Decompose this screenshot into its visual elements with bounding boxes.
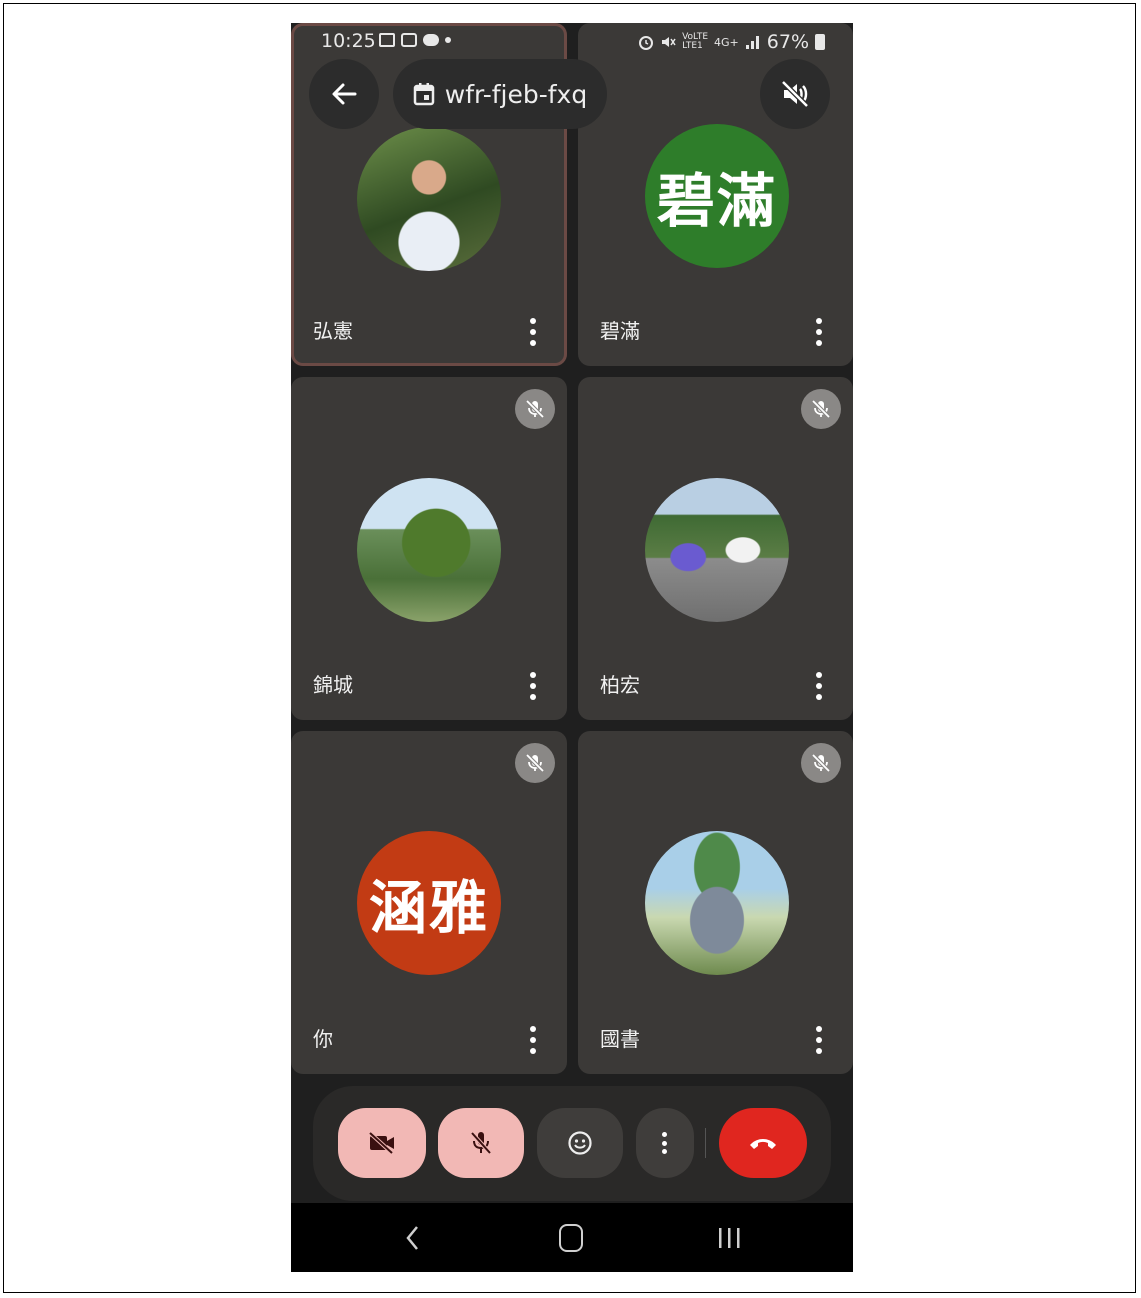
avatar: 涵雅 — [357, 831, 501, 975]
nav-back-button[interactable] — [388, 1213, 438, 1263]
participant-tile[interactable]: 涵雅 你 — [291, 731, 567, 1074]
more-vert-icon[interactable] — [529, 318, 537, 346]
gallery-icon — [379, 33, 395, 47]
video-icon — [401, 33, 417, 47]
status-bar: 10:25 VoLTE LTE1 4G+ 67% — [291, 23, 853, 59]
arrow-left-icon — [332, 83, 357, 105]
mic-off-icon — [515, 389, 555, 429]
more-vert-icon — [662, 1132, 668, 1154]
battery-percent: 67% — [766, 31, 809, 53]
nav-recents-button[interactable] — [704, 1213, 754, 1263]
avatar: 碧滿 — [645, 124, 789, 268]
system-icons: VoLTE LTE1 4G+ 67% — [638, 31, 825, 53]
calendar-icon — [413, 83, 435, 106]
more-vert-icon[interactable] — [815, 672, 823, 700]
emoji-icon — [568, 1131, 592, 1155]
notification-icons — [379, 33, 451, 47]
signal-icon — [745, 36, 759, 49]
recents-icon — [719, 1228, 740, 1248]
more-options-button[interactable] — [636, 1108, 694, 1178]
participant-name: 你 — [313, 1027, 333, 1051]
hang-up-icon — [750, 1139, 776, 1149]
mic-off-icon — [801, 389, 841, 429]
participant-name: 弘憲 — [313, 319, 353, 343]
speaker-muted-icon — [781, 80, 809, 108]
mic-toggle-button[interactable] — [438, 1108, 524, 1178]
more-notifications-icon — [445, 37, 451, 43]
participant-name: 國書 — [600, 1027, 640, 1051]
meeting-code: wfr-fjeb-fxq — [444, 79, 588, 109]
divider — [705, 1128, 706, 1158]
status-time: 10:25 — [321, 30, 376, 52]
camera-toggle-button[interactable] — [338, 1108, 426, 1178]
lte-label: LTE1 — [682, 41, 703, 51]
participant-tile[interactable]: 柏宏 — [578, 377, 853, 720]
avatar — [645, 478, 789, 622]
alarm-icon — [639, 36, 654, 50]
mic-off-icon — [515, 743, 555, 783]
phone-screen: 10:25 VoLTE LTE1 4G+ 67% wfr-fjeb-fxq 弘憲… — [291, 23, 853, 1272]
camera-off-icon — [368, 1131, 394, 1155]
avatar — [357, 127, 501, 271]
speaker-toggle-button[interactable] — [760, 59, 830, 129]
chat-icon — [423, 34, 439, 46]
reactions-button[interactable] — [537, 1108, 623, 1178]
more-vert-icon[interactable] — [529, 1026, 537, 1054]
nav-home-button[interactable] — [546, 1213, 596, 1263]
silent-icon — [662, 37, 676, 47]
system-nav-bar — [291, 1203, 853, 1272]
mic-off-icon — [801, 743, 841, 783]
more-vert-icon[interactable] — [815, 1026, 823, 1054]
avatar — [645, 831, 789, 975]
mic-off-icon — [470, 1131, 492, 1155]
meeting-info-button[interactable]: wfr-fjeb-fxq — [393, 59, 607, 129]
battery-icon — [815, 34, 825, 50]
more-vert-icon[interactable] — [815, 318, 823, 346]
back-chevron-icon — [406, 1226, 418, 1250]
participant-tile[interactable]: 國書 — [578, 731, 853, 1074]
more-vert-icon[interactable] — [529, 672, 537, 700]
back-button[interactable] — [309, 59, 379, 129]
end-call-button[interactable] — [719, 1108, 807, 1178]
participant-name: 錦城 — [313, 673, 353, 697]
call-controls-bar — [313, 1086, 831, 1201]
home-icon — [559, 1224, 583, 1252]
participant-name: 碧滿 — [600, 319, 640, 343]
network-type: 4G+ — [714, 35, 739, 49]
avatar — [357, 478, 501, 622]
participant-name: 柏宏 — [600, 673, 640, 697]
participant-tile[interactable]: 錦城 — [291, 377, 567, 720]
